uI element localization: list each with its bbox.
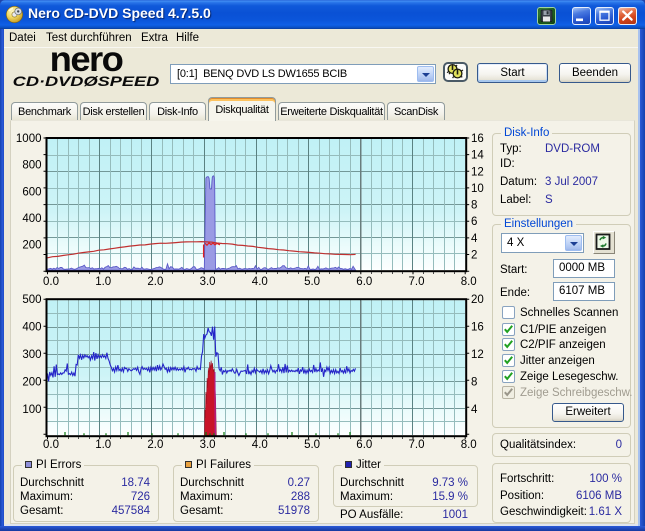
svg-text:7.0: 7.0	[409, 439, 425, 451]
svg-text:8.0: 8.0	[461, 276, 477, 288]
svg-text:3.0: 3.0	[200, 276, 216, 288]
svg-text:0.0: 0.0	[43, 276, 59, 288]
svg-text:300: 300	[22, 349, 41, 361]
svg-text:2: 2	[471, 250, 477, 262]
svg-text:4: 4	[471, 233, 478, 245]
svg-text:4: 4	[471, 404, 478, 416]
svg-text:12: 12	[471, 166, 484, 178]
svg-text:800: 800	[22, 160, 41, 172]
svg-text:4.0: 4.0	[252, 439, 268, 451]
svg-text:7.0: 7.0	[409, 276, 425, 288]
svg-text:16: 16	[471, 133, 484, 145]
svg-text:400: 400	[22, 322, 41, 334]
svg-text:12: 12	[471, 349, 484, 361]
svg-text:0.0: 0.0	[43, 439, 59, 451]
svg-text:600: 600	[22, 186, 41, 198]
svg-text:500: 500	[22, 294, 41, 306]
svg-text:8: 8	[471, 200, 477, 212]
svg-text:6: 6	[471, 216, 477, 228]
svg-text:2.0: 2.0	[147, 276, 163, 288]
svg-text:5.0: 5.0	[304, 439, 320, 451]
svg-text:400: 400	[22, 213, 41, 225]
svg-text:8: 8	[471, 376, 477, 388]
svg-text:2.0: 2.0	[147, 439, 163, 451]
svg-text:5.0: 5.0	[304, 276, 320, 288]
svg-text:14: 14	[471, 150, 484, 162]
svg-text:3.0: 3.0	[200, 439, 216, 451]
svg-text:100: 100	[22, 404, 41, 416]
svg-text:20: 20	[471, 294, 484, 306]
svg-text:1.0: 1.0	[95, 439, 111, 451]
svg-text:1.0: 1.0	[95, 276, 111, 288]
svg-text:10: 10	[471, 183, 484, 195]
svg-text:6.0: 6.0	[356, 439, 372, 451]
svg-text:4.0: 4.0	[252, 276, 268, 288]
svg-text:6.0: 6.0	[356, 276, 372, 288]
svg-text:16: 16	[471, 322, 484, 334]
svg-text:200: 200	[22, 376, 41, 388]
svg-text:8.0: 8.0	[461, 439, 477, 451]
svg-text:1000: 1000	[16, 133, 42, 145]
svg-text:200: 200	[22, 240, 41, 252]
